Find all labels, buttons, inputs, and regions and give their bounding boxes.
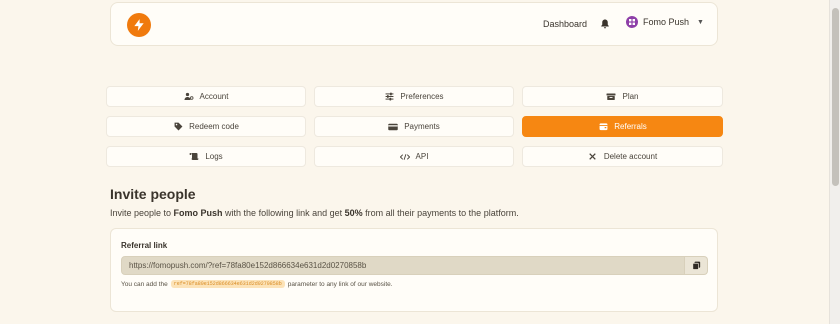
caret-down-icon: ▼	[697, 18, 704, 26]
menu-preferences-button[interactable]: Preferences	[314, 86, 514, 107]
menu-label: Referrals	[614, 122, 647, 131]
copy-button[interactable]	[685, 256, 708, 275]
invite-desc-pre: Invite people to	[110, 208, 174, 218]
menu-api-button[interactable]: API	[314, 146, 514, 167]
menu-label: API	[415, 152, 429, 161]
hint-pre: You can add the	[121, 280, 168, 288]
invite-desc-mid: with the following link and get	[222, 208, 345, 218]
user-name: Fomo Push	[643, 17, 690, 27]
scroll-icon	[189, 152, 199, 162]
code-icon	[399, 152, 410, 162]
invite-desc-post: from all their payments to the platform.	[362, 208, 519, 218]
menu-label: Payments	[404, 122, 440, 131]
user-menu[interactable]: Fomo Push ▼	[626, 16, 704, 28]
scrollbar-thumb[interactable]	[832, 8, 839, 186]
menu-label: Logs	[205, 152, 223, 161]
hint-post: parameter to any link of our website.	[287, 280, 393, 288]
grid-avatar-icon	[626, 16, 638, 28]
bolt-icon[interactable]	[127, 13, 151, 37]
referral-card: Referral link https://fomopush.com/?ref=…	[110, 228, 718, 312]
invite-description: Invite people to Fomo Push with the foll…	[110, 208, 519, 218]
sliders-icon	[384, 92, 394, 102]
menu-referrals-button[interactable]: Referrals	[522, 116, 723, 137]
menu-label: Delete account	[603, 152, 658, 161]
ref-param-code: ref=78fa80e152d866634e631d2d0270858b	[170, 280, 285, 288]
bell-icon[interactable]	[599, 18, 611, 30]
tag-icon	[173, 122, 183, 132]
credit-card-icon	[388, 122, 398, 132]
menu-account-button[interactable]: Account	[106, 86, 306, 107]
copy-icon	[692, 261, 700, 270]
user-cog-icon	[184, 92, 194, 102]
menu-payments-button[interactable]: Payments	[314, 116, 514, 137]
brand-name: Fomo Push	[173, 208, 223, 218]
menu-label: Plan	[622, 92, 639, 101]
settings-menu: Account Preferences Plan Redeem code Pay…	[106, 86, 723, 167]
referral-link-label: Referral link	[121, 241, 168, 250]
commission-percent: 50%	[344, 208, 363, 218]
page-scrollbar[interactable]	[829, 0, 840, 324]
menu-logs-button[interactable]: Logs	[106, 146, 306, 167]
menu-label: Redeem code	[189, 122, 239, 131]
menu-delete-account-button[interactable]: Delete account	[522, 146, 723, 167]
menu-plan-button[interactable]: Plan	[522, 86, 723, 107]
times-icon	[588, 152, 598, 162]
nav-dashboard-link[interactable]: Dashboard	[543, 19, 587, 29]
referral-link-field[interactable]: https://fomopush.com/?ref=78fa80e152d866…	[121, 256, 685, 275]
page-title: Invite people	[110, 186, 196, 202]
menu-redeem-code-button[interactable]: Redeem code	[106, 116, 306, 137]
referral-hint: You can add the ref=78fa80e152d866634e63…	[121, 280, 393, 288]
top-navbar: Dashboard Fomo Push ▼	[110, 2, 718, 46]
menu-label: Preferences	[400, 92, 444, 101]
box-icon	[606, 92, 616, 102]
menu-label: Account	[199, 92, 229, 101]
wallet-icon	[598, 122, 608, 132]
